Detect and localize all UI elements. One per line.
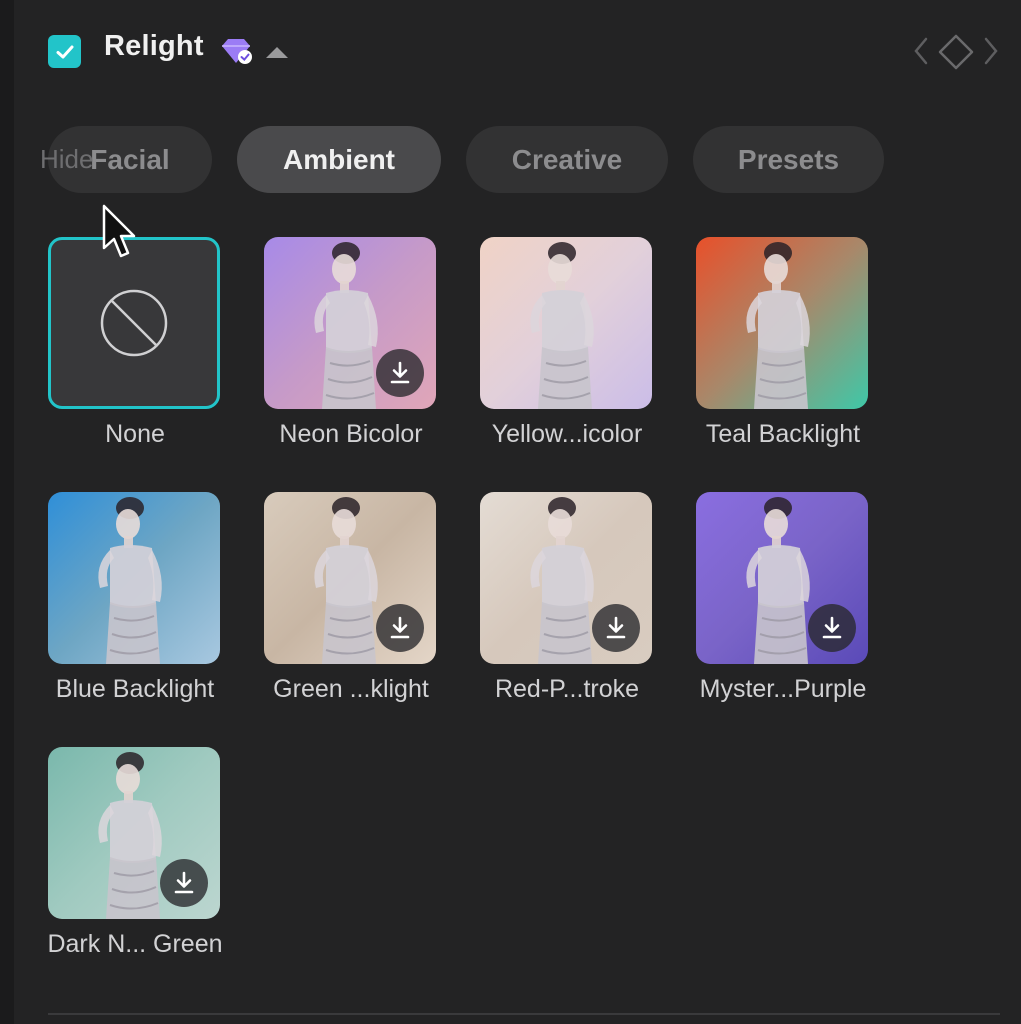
preset-thumbnail[interactable] [264, 237, 436, 409]
preset-tile[interactable]: Green ...klight [264, 492, 438, 712]
download-button[interactable] [592, 604, 640, 652]
preset-label: Teal Backlight [705, 420, 861, 448]
no-effect-icon [100, 289, 168, 357]
download-button[interactable] [160, 859, 208, 907]
tab-presets[interactable]: Presets [693, 126, 884, 193]
preset-label: Red-P...troke [494, 675, 640, 703]
relight-section-header: Relight [0, 0, 1021, 100]
preset-preview-image [480, 237, 652, 409]
preset-tile[interactable]: Yellow...icolor [480, 237, 654, 457]
section-title: Relight [104, 30, 204, 62]
preset-thumbnail[interactable] [48, 492, 220, 664]
tab-facial[interactable]: Facial [48, 126, 212, 193]
triangle-up-icon[interactable] [264, 44, 290, 60]
preset-thumbnail[interactable] [480, 492, 652, 664]
preset-tile[interactable]: Dark N... Green [47, 747, 223, 967]
download-icon [390, 616, 410, 639]
preset-label: None [105, 420, 165, 448]
mouse-pointer-icon [102, 204, 136, 258]
preset-label: Green ...klight [273, 675, 429, 703]
chevron-left-icon[interactable] [910, 34, 932, 68]
preset-label: Yellow...icolor [491, 420, 643, 448]
preset-label: Blue Backlight [55, 675, 215, 703]
preset-tile[interactable]: None [48, 237, 222, 457]
check-icon [56, 45, 73, 58]
section-divider [48, 1013, 1000, 1015]
preset-thumbnail[interactable] [696, 237, 868, 409]
preset-thumbnail[interactable] [480, 237, 652, 409]
preset-preview-image [48, 492, 220, 664]
preset-thumbnail[interactable] [48, 747, 220, 919]
diamond-keyframe-icon[interactable] [936, 34, 976, 70]
download-button[interactable] [808, 604, 856, 652]
preset-thumbnail[interactable] [696, 492, 868, 664]
preset-preview-image [696, 237, 868, 409]
preset-tile[interactable]: Red-P...troke [480, 492, 654, 712]
preset-thumbnail[interactable] [264, 492, 436, 664]
download-icon [174, 871, 194, 894]
relight-enable-checkbox[interactable] [48, 35, 81, 68]
relight-tabs: Hide Facial Ambient Creative Presets [0, 126, 1021, 194]
preset-tile[interactable]: Blue Backlight [48, 492, 222, 712]
preset-tile[interactable]: Neon Bicolor [264, 237, 438, 457]
download-icon [390, 361, 410, 384]
preset-tile[interactable]: Teal Backlight [696, 237, 870, 457]
preset-label: Neon Bicolor [279, 420, 423, 448]
preset-label: Dark N... Green [47, 930, 223, 958]
tab-creative[interactable]: Creative [466, 126, 668, 193]
download-button[interactable] [376, 349, 424, 397]
download-icon [606, 616, 626, 639]
tab-ambient[interactable]: Ambient [237, 126, 441, 193]
diamond-badge-icon [222, 39, 252, 64]
preset-label: Myster...Purple [699, 675, 867, 703]
preset-tile[interactable]: Myster...Purple [696, 492, 870, 712]
download-button[interactable] [376, 604, 424, 652]
chevron-right-icon[interactable] [980, 34, 1002, 68]
download-icon [822, 616, 842, 639]
